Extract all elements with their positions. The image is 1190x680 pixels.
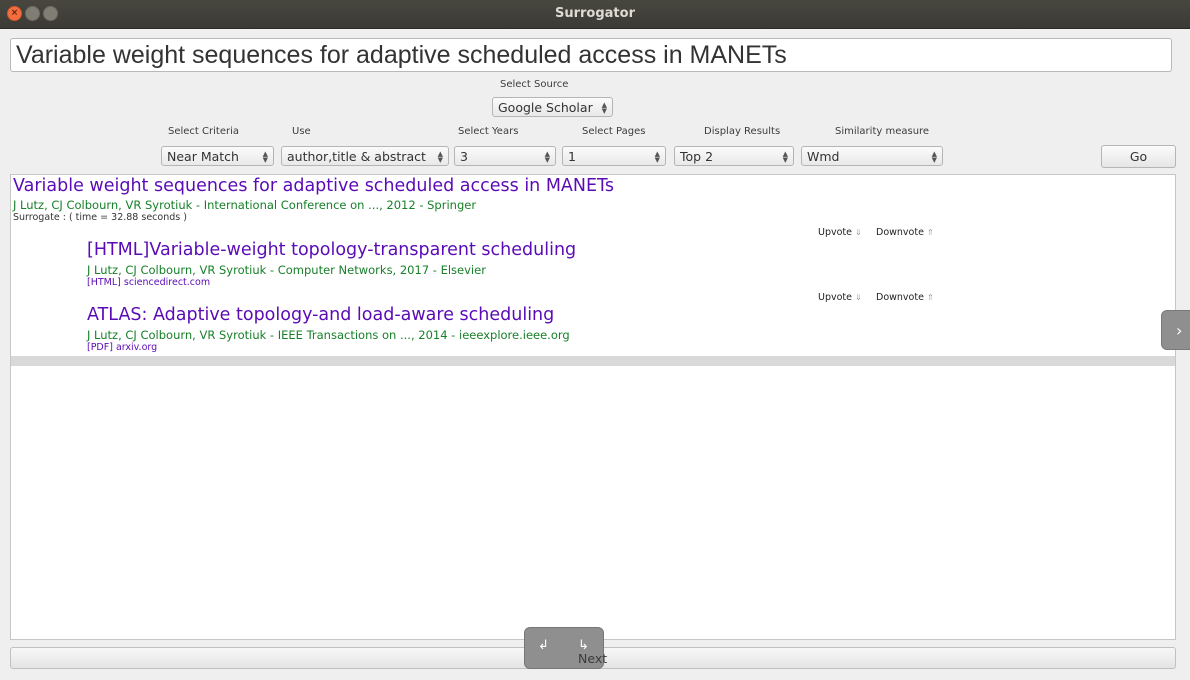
surrogate-time-label: Surrogate : ( time = 32.88 seconds ) [13,212,187,223]
surrogate-link[interactable]: [PDF] arxiv.org [87,342,157,353]
go-button[interactable]: Go [1101,145,1176,168]
surrogate-authors: J Lutz, CJ Colbourn, VR Syrotiuk - Compu… [87,263,486,277]
downvote-button[interactable]: Downvote ⇑ [876,227,934,238]
arrow-down-icon: ⇓ [855,293,862,302]
downvote-button[interactable]: Downvote ⇑ [876,292,934,303]
results-panel: Variable weight sequences for adaptive s… [10,174,1176,640]
display-select-value: Top 2 [680,149,714,164]
similarity-select[interactable]: Wmd ▲ ▼ [801,146,943,166]
pages-select[interactable]: 1 ▲ ▼ [562,146,666,166]
spin-arrows-icon: ▲ ▼ [931,150,937,164]
upvote-button[interactable]: Upvote ⇓ [818,292,862,303]
select-years-label: Select Years [458,126,519,137]
main-result-authors: J Lutz, CJ Colbourn, VR Syrotiuk - Inter… [13,198,477,212]
display-select[interactable]: Top 2 ▲ ▼ [674,146,794,166]
similarity-select-value: Wmd [807,149,840,164]
upvote-label: Upvote [818,227,852,238]
next-button[interactable]: Next [578,651,607,666]
select-criteria-label: Select Criteria [168,126,239,137]
undo-arrow-icon[interactable]: ↲ [538,638,549,653]
downvote-label: Downvote [876,292,924,303]
display-results-label: Display Results [704,126,781,137]
spin-arrows-icon: ▲ ▼ [601,101,607,115]
source-select-value: Google Scholar [498,100,593,115]
similarity-measure-label: Similarity measure [835,126,930,137]
spin-arrows-icon: ▲ ▼ [782,150,788,164]
criteria-select[interactable]: Near Match ▲ ▼ [161,146,274,166]
arrow-up-icon: ⇑ [926,228,934,237]
surrogate-authors: J Lutz, CJ Colbourn, VR Syrotiuk - IEEE … [87,328,570,342]
window-titlebar: × Surrogator [0,0,1190,29]
downvote-label: Downvote [876,227,924,238]
upvote-button[interactable]: Upvote ⇓ [818,227,862,238]
select-pages-label: Select Pages [582,126,646,137]
source-select[interactable]: Google Scholar ▲ ▼ [492,97,613,117]
main-result-title[interactable]: Variable weight sequences for adaptive s… [13,176,614,196]
use-select-value: author,title & abstract [287,149,426,164]
years-select-value: 3 [460,149,468,164]
select-source-label: Select Source [500,79,569,90]
criteria-select-value: Near Match [167,149,239,164]
expand-panel-chevron-icon[interactable]: › [1161,310,1190,350]
surrogate-link[interactable]: [HTML] sciencedirect.com [87,277,210,288]
surrogate-title[interactable]: ATLAS: Adaptive topology-and load-aware … [87,305,554,325]
arrow-down-icon: ⇓ [855,228,862,237]
spin-arrows-icon: ▲ ▼ [437,150,443,164]
window-title: Surrogator [554,6,635,21]
use-select[interactable]: author,title & abstract ▲ ▼ [281,146,449,166]
spin-arrows-icon: ▲ ▼ [262,150,268,164]
upvote-label: Upvote [818,292,852,303]
results-separator [11,356,1175,366]
query-input[interactable]: Variable weight sequences for adaptive s… [10,38,1172,72]
years-select[interactable]: 3 ▲ ▼ [454,146,556,166]
spin-arrows-icon: ▲ ▼ [544,150,550,164]
spin-arrows-icon: ▲ ▼ [654,150,660,164]
arrow-up-icon: ⇑ [926,293,934,302]
pages-select-value: 1 [568,149,576,164]
use-label: Use [292,126,311,137]
surrogate-title[interactable]: [HTML]Variable-weight topology-transpare… [87,240,576,260]
